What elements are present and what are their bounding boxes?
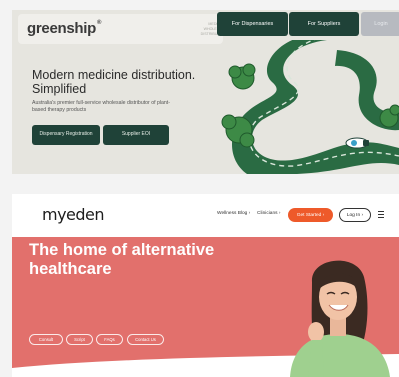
login-button[interactable]: Login xyxy=(361,12,399,36)
nav-clinicians[interactable]: Clinicians › xyxy=(257,211,280,216)
script-pill[interactable]: Script xyxy=(66,334,93,345)
contact-us-pill[interactable]: Contact Us xyxy=(127,334,164,345)
myeden-logo[interactable]: myeden xyxy=(42,205,105,224)
hero-subtitle: Australia's premier full-service wholesa… xyxy=(32,100,170,113)
drone-icon xyxy=(345,137,369,149)
faqs-pill[interactable]: FAQs xyxy=(96,334,123,345)
nav-wellness-blog[interactable]: Wellness Blog › xyxy=(217,211,250,216)
greenship-logo[interactable]: greenship® xyxy=(27,20,101,37)
consult-pill[interactable]: Consult xyxy=(29,334,63,345)
greenship-header-bar: greenship® MEDICINE WHOLESALE DISTRIBUTI… xyxy=(18,14,226,44)
trademark-mark: ® xyxy=(96,20,102,26)
log-in-button[interactable]: Log In › xyxy=(339,208,371,222)
get-started-button[interactable]: Get Started › xyxy=(288,208,333,222)
supplier-eoi-button[interactable]: Supplier EOI xyxy=(103,125,169,145)
hero-title: The home of alternative healthcare xyxy=(29,241,215,278)
for-suppliers-button[interactable]: For Suppliers xyxy=(289,12,359,36)
smiling-woman-photo xyxy=(290,260,390,377)
chevron-right-icon: › xyxy=(248,211,251,216)
road-map-illustration xyxy=(221,40,399,174)
hero-title: Modern medicine distribution. Simplified xyxy=(32,68,196,96)
myeden-card: myeden Wellness Blog › Clinicians › Get … xyxy=(12,194,399,377)
chevron-right-icon: › xyxy=(278,211,281,216)
chevron-right-icon: › xyxy=(361,212,364,218)
bush-right xyxy=(379,104,399,128)
myeden-header: myeden Wellness Blog › Clinicians › Get … xyxy=(12,194,399,237)
chevron-right-icon: › xyxy=(322,212,325,218)
greenship-card: greenship® MEDICINE WHOLESALE DISTRIBUTI… xyxy=(12,10,399,174)
bush-top-left xyxy=(228,63,256,90)
for-dispensaries-button[interactable]: For Dispensaries xyxy=(217,12,288,36)
dispensary-registration-button[interactable]: Dispensary Registration xyxy=(32,125,100,145)
hamburger-icon[interactable] xyxy=(376,209,386,219)
